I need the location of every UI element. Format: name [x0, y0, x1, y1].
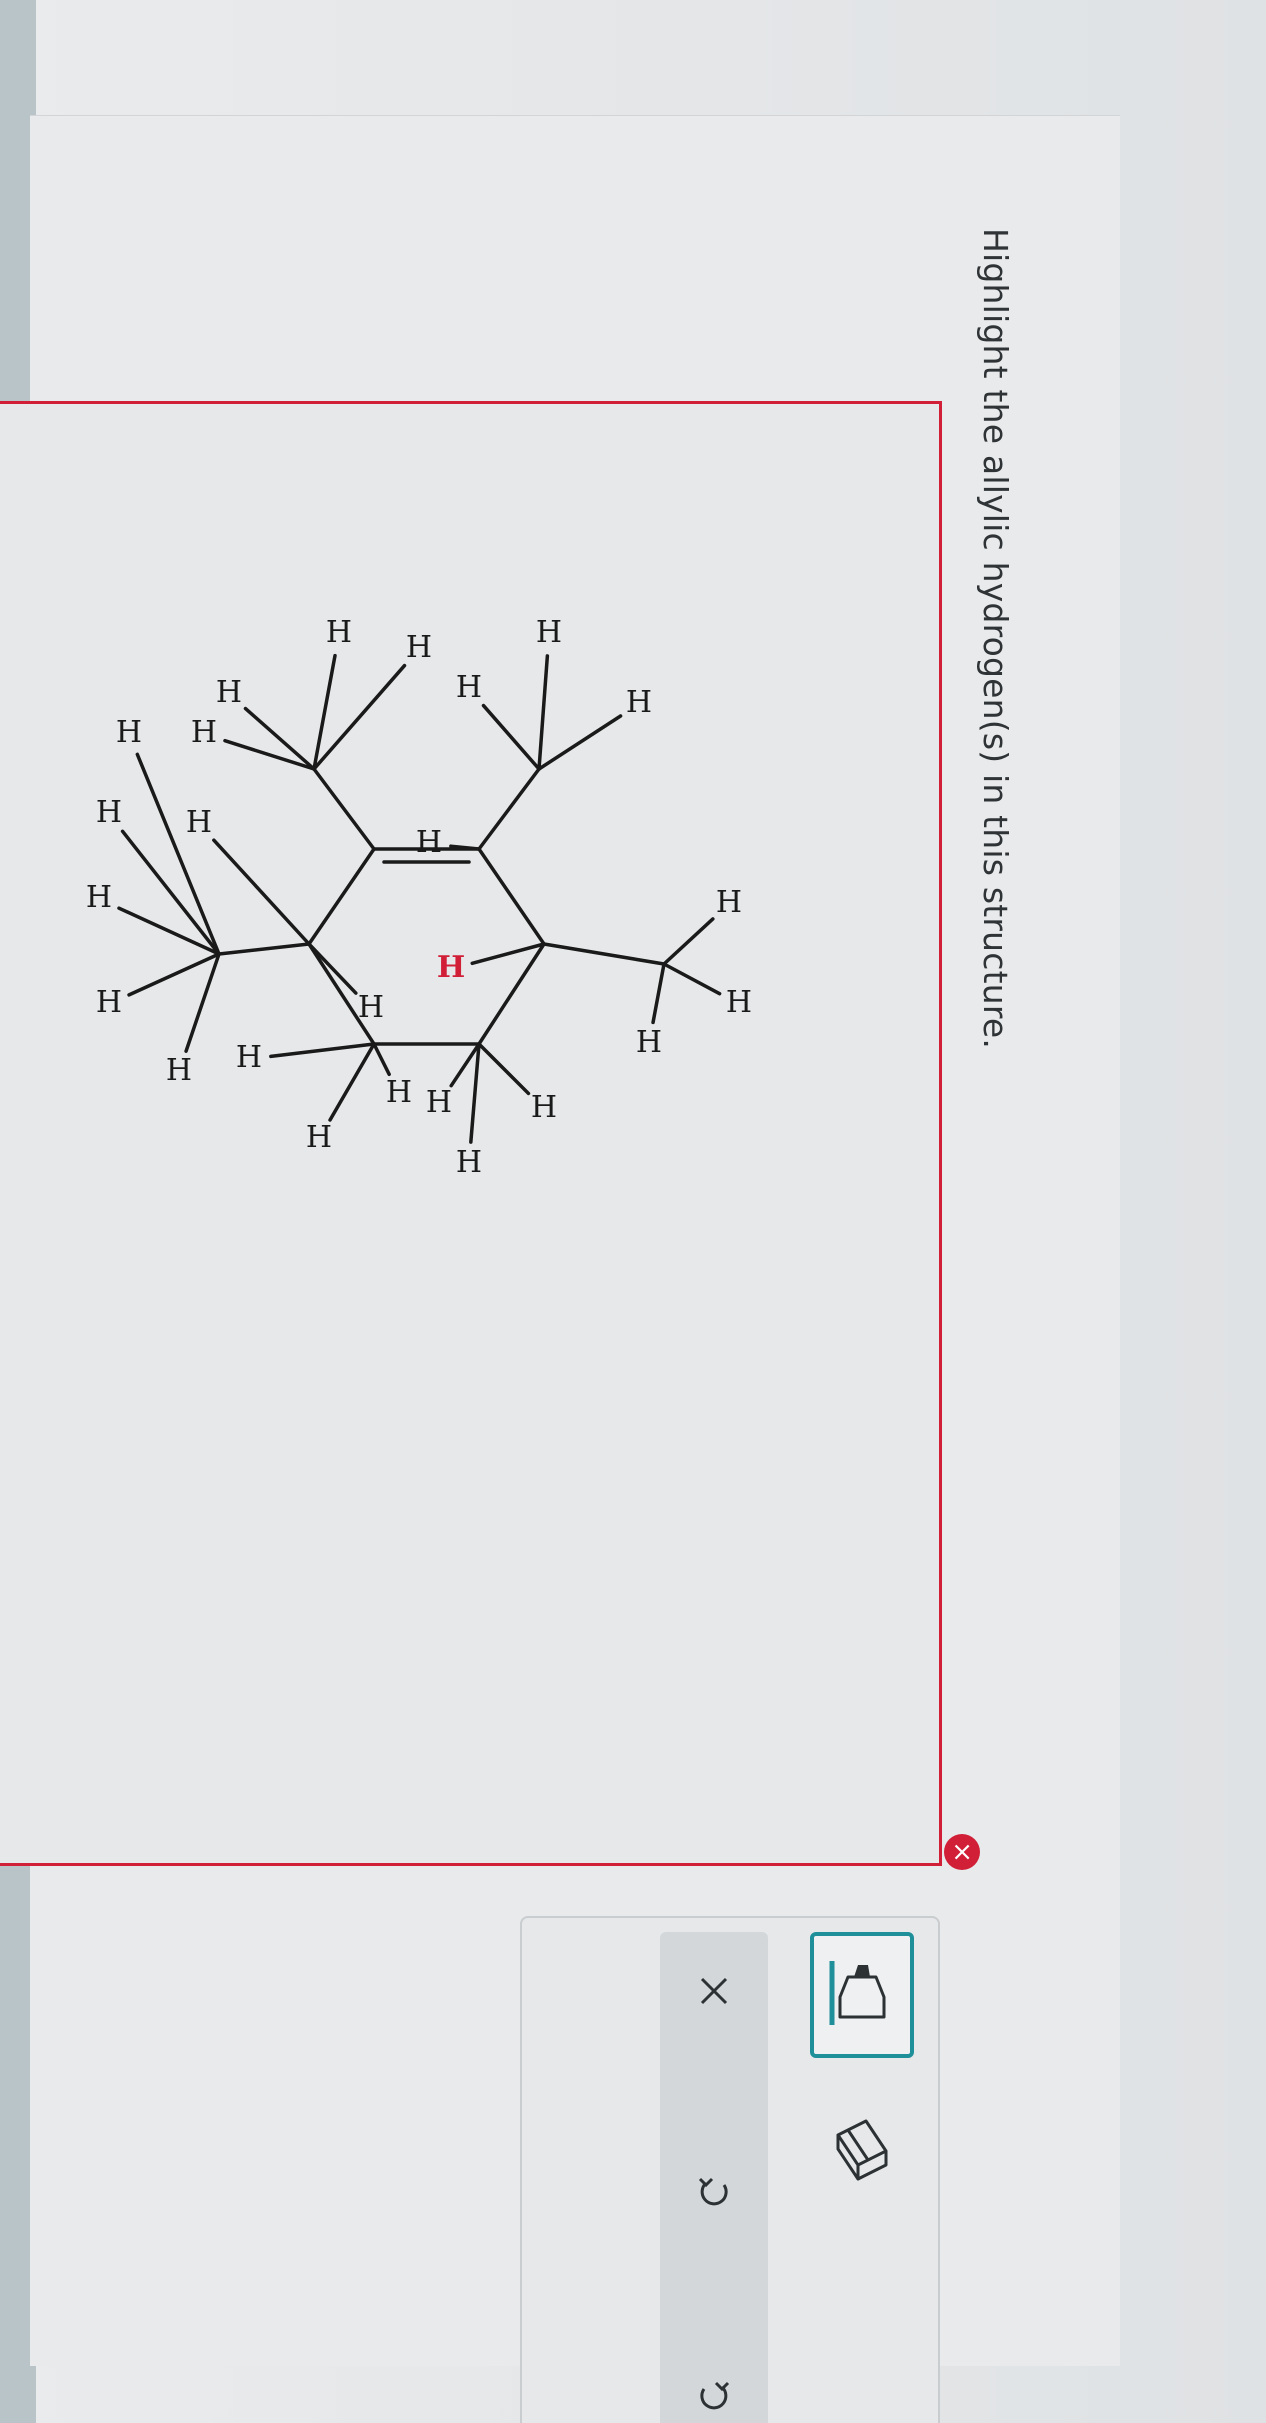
hydrogen-atom[interactable]: H [236, 1040, 262, 1075]
hydrogen-atom[interactable]: H [726, 985, 752, 1020]
x-circle-icon: × [944, 1834, 980, 1870]
redo-icon [700, 2381, 730, 2410]
hydrogen-atom[interactable]: H [426, 1085, 452, 1120]
hydrogen-atom[interactable]: H [96, 985, 122, 1020]
highlighter-tool[interactable] [810, 1932, 914, 2058]
action-bar [660, 1932, 768, 2423]
redo-button[interactable] [660, 2350, 768, 2423]
rotated-screen: Highlight the allylic hydrogen(s) in thi… [0, 0, 1266, 2423]
hydrogen-atom[interactable]: H [216, 675, 242, 710]
hydrogen-atom[interactable]: H [358, 990, 384, 1025]
structure-canvas[interactable]: HHHHHHHHHHHHHHHHHHHHHHHHH [0, 401, 942, 1866]
photo-stage: Highlight the allylic hydrogen(s) in thi… [0, 0, 1266, 2423]
clear-button[interactable] [660, 1946, 768, 2036]
hydrogen-atom[interactable]: H [416, 825, 442, 860]
marker-icon [829, 1961, 886, 2025]
eraser-tool[interactable] [814, 2102, 910, 2192]
hydrogen-atom[interactable]: H [531, 1090, 557, 1125]
hydrogen-atom[interactable]: H [636, 1025, 662, 1060]
hydrogen-atom[interactable]: H [626, 685, 652, 720]
hydrogen-atom[interactable]: H [116, 715, 142, 750]
hydrogen-atom[interactable]: H [306, 1120, 332, 1155]
hydrogen-atom[interactable]: H [716, 885, 742, 920]
question-prompt: Highlight the allylic hydrogen(s) in thi… [976, 228, 1015, 1050]
hydrogen-atom[interactable]: H [166, 1053, 192, 1088]
eraser-icon [836, 2119, 888, 2181]
tool-palette [520, 1916, 940, 2423]
question-panel: Highlight the allylic hydrogen(s) in thi… [0, 115, 1120, 2423]
hydrogen-atom-highlighted[interactable]: H [437, 950, 465, 985]
hydrogen-atom[interactable]: H [186, 805, 212, 840]
close-icon [700, 1977, 728, 2005]
hydrogen-atom[interactable]: H [456, 1145, 482, 1180]
hydrogen-atom[interactable]: H [191, 715, 217, 750]
hydrogen-atom[interactable]: H [326, 615, 352, 650]
hydrogen-atom[interactable]: H [96, 795, 122, 830]
undo-icon [698, 2177, 728, 2206]
hydrogen-atom[interactable]: H [406, 630, 432, 665]
hydrogen-atom[interactable]: H [536, 615, 562, 650]
hydrogen-atom[interactable]: H [456, 670, 482, 705]
hydrogen-atom[interactable]: H [386, 1075, 412, 1110]
undo-button[interactable] [660, 2146, 768, 2236]
molecule-drawing: HHHHHHHHHHHHHHHHHHHHHHHH H [86, 615, 752, 1180]
hydrogen-atom[interactable]: H [86, 880, 112, 915]
